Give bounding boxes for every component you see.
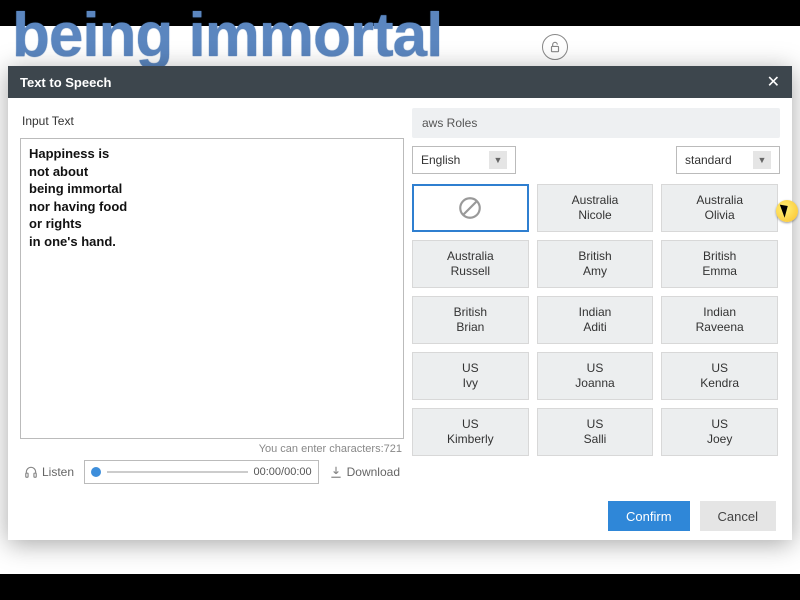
- slider-track: [107, 471, 247, 473]
- voice-name: Brian: [456, 320, 484, 335]
- language-dropdown[interactable]: English ▼: [412, 146, 516, 174]
- voice-tile[interactable]: [412, 184, 529, 232]
- voice-region: Australia: [447, 249, 494, 264]
- dialog-footer: Confirm Cancel: [8, 492, 792, 540]
- time-display: 00:00/00:00: [254, 466, 312, 478]
- voice-name: Salli: [584, 432, 607, 447]
- voice-name: Russell: [451, 264, 490, 279]
- voice-tile[interactable]: USKimberly: [412, 408, 529, 456]
- voice-region: US: [462, 361, 479, 376]
- voice-name: Kimberly: [447, 432, 494, 447]
- voice-tile[interactable]: USIvy: [412, 352, 529, 400]
- char-counter: You can enter characters:721: [20, 439, 404, 458]
- voice-tile[interactable]: BritishAmy: [537, 240, 654, 288]
- voice-name: Emma: [702, 264, 737, 279]
- confirm-button[interactable]: Confirm: [608, 501, 690, 531]
- voice-region: US: [587, 417, 604, 432]
- quality-value: standard: [685, 153, 732, 167]
- background-title: being immortal: [12, 0, 442, 71]
- right-column: English ▼ standard ▼ AustraliaNicoleAust…: [412, 108, 780, 486]
- voice-name: Raveena: [696, 320, 744, 335]
- voice-name: Nicole: [578, 208, 611, 223]
- selector-row: English ▼ standard ▼: [412, 146, 780, 174]
- lock-icon[interactable]: [542, 34, 568, 60]
- voice-region: British: [703, 249, 736, 264]
- quality-dropdown[interactable]: standard ▼: [676, 146, 780, 174]
- letterbox-bottom: [0, 574, 800, 600]
- voice-region: British: [454, 305, 487, 320]
- headphones-icon: [24, 465, 38, 479]
- left-column: Input Text Happiness is not about being …: [20, 108, 404, 486]
- voice-tile[interactable]: BritishBrian: [412, 296, 529, 344]
- voice-region: Australia: [696, 193, 743, 208]
- listen-button[interactable]: Listen: [20, 463, 78, 481]
- char-prefix: You can enter characters:: [259, 443, 384, 455]
- voice-tile[interactable]: AustraliaOlivia: [661, 184, 778, 232]
- tts-dialog: Text to Speech ✕ Input Text Happiness is…: [8, 66, 792, 540]
- voice-name: Kendra: [700, 376, 739, 391]
- slider-thumb[interactable]: [91, 467, 101, 477]
- chevron-down-icon: ▼: [753, 151, 771, 169]
- voice-region: US: [711, 361, 728, 376]
- voice-scroll-area[interactable]: AustraliaNicoleAustraliaOliviaAustraliaR…: [412, 184, 780, 486]
- voice-name: Joey: [707, 432, 732, 447]
- voice-region: Australia: [572, 193, 619, 208]
- voice-region: US: [711, 417, 728, 432]
- voice-tile[interactable]: BritishEmma: [661, 240, 778, 288]
- voice-tile[interactable]: USJoey: [661, 408, 778, 456]
- voice-region: British: [578, 249, 611, 264]
- roles-input[interactable]: [412, 108, 780, 138]
- dialog-titlebar: Text to Speech ✕: [8, 66, 792, 98]
- voice-region: Indian: [579, 305, 612, 320]
- language-value: English: [421, 153, 460, 167]
- voice-tile[interactable]: USKendra: [661, 352, 778, 400]
- cursor-highlight: [776, 200, 798, 222]
- voice-tile[interactable]: AustraliaRussell: [412, 240, 529, 288]
- voice-region: US: [462, 417, 479, 432]
- close-icon[interactable]: ✕: [767, 72, 780, 92]
- no-selection-icon: [457, 195, 483, 221]
- voice-tile[interactable]: USJoanna: [537, 352, 654, 400]
- cancel-button[interactable]: Cancel: [700, 501, 776, 531]
- voice-name: Aditi: [583, 320, 606, 335]
- voice-name: Olivia: [705, 208, 735, 223]
- voice-tile[interactable]: IndianAditi: [537, 296, 654, 344]
- audio-controls: Listen 00:00/00:00 Download: [20, 458, 404, 486]
- voice-grid: AustraliaNicoleAustraliaOliviaAustraliaR…: [412, 184, 778, 456]
- char-value: 721: [384, 443, 402, 455]
- voice-tile[interactable]: USSalli: [537, 408, 654, 456]
- dialog-title: Text to Speech: [20, 75, 112, 90]
- input-text-label: Input Text: [20, 108, 404, 138]
- voice-tile[interactable]: AustraliaNicole: [537, 184, 654, 232]
- chevron-down-icon: ▼: [489, 151, 507, 169]
- dialog-body: Input Text Happiness is not about being …: [8, 98, 792, 492]
- download-button[interactable]: Download: [325, 463, 404, 481]
- download-label: Download: [347, 465, 400, 479]
- audio-slider[interactable]: 00:00/00:00: [84, 460, 319, 484]
- listen-label: Listen: [42, 465, 74, 479]
- voice-name: Amy: [583, 264, 607, 279]
- voice-name: Joanna: [575, 376, 614, 391]
- voice-name: Ivy: [463, 376, 478, 391]
- voice-region: US: [587, 361, 604, 376]
- voice-region: Indian: [703, 305, 736, 320]
- download-icon: [329, 465, 343, 479]
- voice-tile[interactable]: IndianRaveena: [661, 296, 778, 344]
- input-textarea[interactable]: Happiness is not about being immortal no…: [20, 138, 404, 439]
